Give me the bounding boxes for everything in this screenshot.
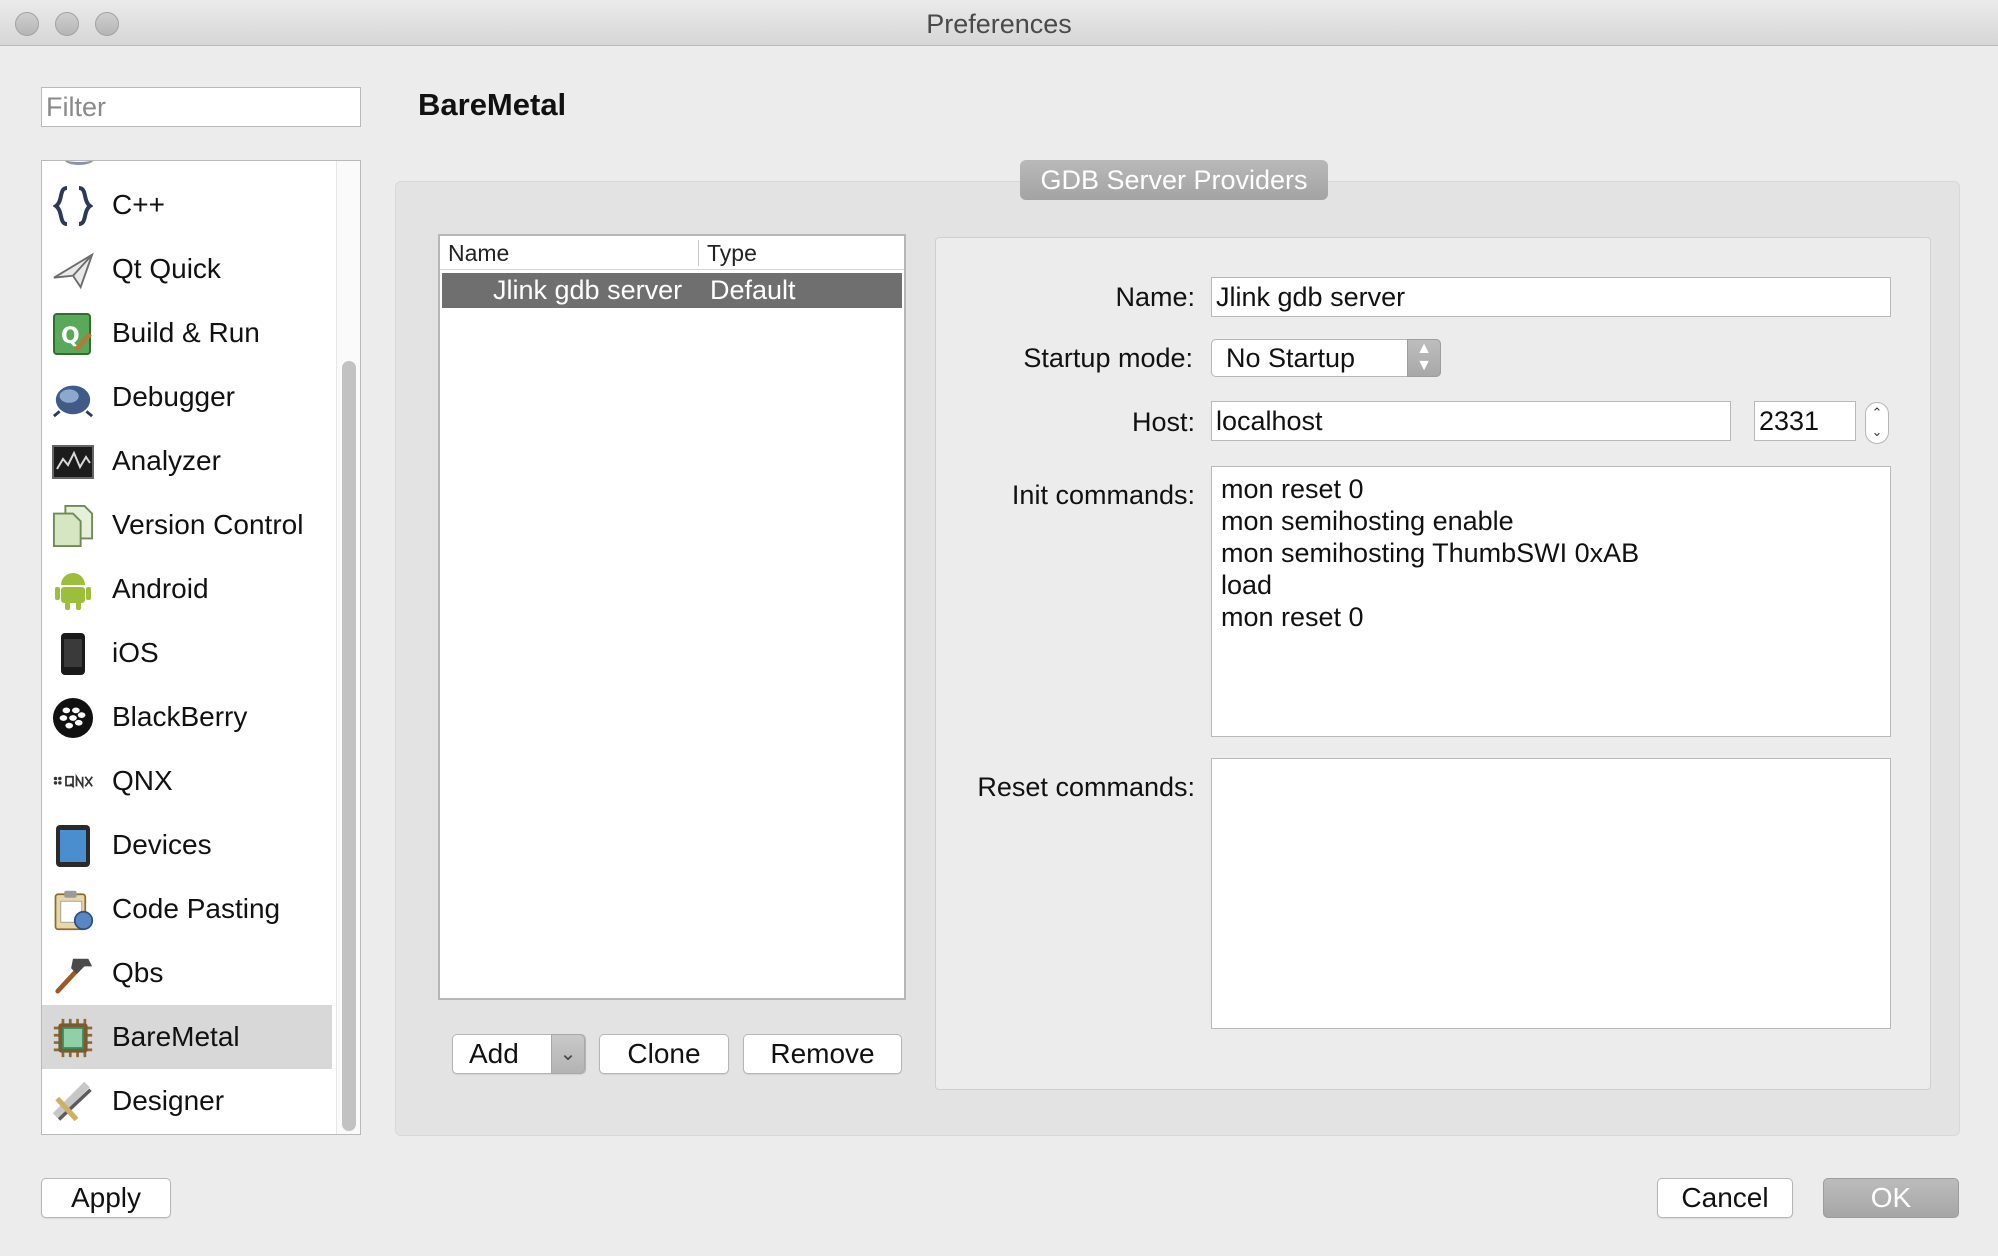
ok-button[interactable]: OK [1823, 1178, 1959, 1218]
tablet-icon [52, 825, 94, 867]
up-down-chevron-icon: ⌃ ⌄ [1871, 405, 1883, 439]
host-label: Host: [1131, 407, 1195, 437]
up-down-arrows-icon: ▲ ▼ [1416, 340, 1432, 374]
sidebar-item-designer[interactable]: Designer [42, 1069, 332, 1133]
table-header [440, 236, 904, 270]
sidebar-item-label: Android [112, 573, 209, 604]
bug-icon [52, 377, 94, 419]
sidebar-item-label: Qt Quick [112, 253, 221, 284]
sidebar-item-label: Code Pasting [112, 893, 281, 924]
name-label: Name: [1115, 282, 1195, 312]
sidebar-item-build-run[interactable]: Q Build & Run [42, 301, 332, 365]
port-field[interactable]: 2331 [1754, 401, 1856, 441]
port-spinbox-arrows[interactable]: ⌃ ⌄ [1865, 402, 1889, 444]
category-sidebar: C++ Qt Quick Q Build & Run Debugger Anal… [41, 160, 361, 1135]
partial-icon [64, 161, 94, 165]
init-commands-label: Init commands: [1011, 480, 1195, 510]
blackberry-icon [52, 697, 94, 739]
sidebar-item-android[interactable]: Android [42, 557, 332, 621]
sidebar-item-qt-quick[interactable]: Qt Quick [42, 237, 332, 301]
name-field[interactable]: Jlink gdb server [1211, 277, 1891, 317]
sidebar-item-label: QNX [112, 765, 173, 796]
android-icon [52, 569, 94, 611]
window-title: Preferences [926, 9, 1072, 39]
sidebar-item-label: Analyzer [112, 445, 221, 476]
sidebar-item-debugger[interactable]: Debugger [42, 365, 332, 429]
designer-icon [52, 1081, 94, 1123]
sidebar-item-blackberry[interactable]: BlackBerry [42, 685, 332, 749]
sidebar-item-qbs[interactable]: Qbs [42, 941, 332, 1005]
clone-button[interactable]: Clone [599, 1034, 729, 1074]
documents-icon [52, 505, 94, 547]
sidebar-item-code-pasting[interactable]: Code Pasting [42, 877, 332, 941]
cancel-button[interactable]: Cancel [1657, 1178, 1793, 1218]
filter-input[interactable] [41, 87, 361, 127]
title-bar: Preferences [0, 0, 1998, 46]
sidebar-item-qnx[interactable]: QNX [42, 749, 332, 813]
reset-commands-label: Reset commands: [977, 772, 1195, 802]
chip-icon [52, 1017, 94, 1059]
sidebar-item-label: Version Control [112, 509, 304, 540]
clipboard-icon [52, 889, 94, 931]
sidebar-item-label: Designer [112, 1085, 225, 1116]
sidebar-item-label: Debugger [112, 381, 235, 412]
sidebar-item-label: Build & Run [112, 317, 260, 348]
sidebar-item-label: iOS [112, 637, 159, 668]
add-button-label: Add [469, 1038, 519, 1069]
analyzer-icon [52, 441, 94, 483]
iphone-icon [52, 633, 94, 675]
sidebar-item-label: Devices [112, 829, 212, 860]
qnx-icon [52, 761, 94, 803]
sidebar-scrollbar-thumb[interactable] [342, 361, 356, 1131]
page-title: BareMetal [418, 87, 567, 122]
column-header-name[interactable]: Name [440, 236, 509, 270]
paper-plane-icon [52, 249, 94, 291]
reset-commands-textarea[interactable] [1211, 758, 1891, 1029]
braces-icon [52, 185, 94, 227]
add-dropdown-arrow[interactable]: ⌄ [551, 1034, 585, 1074]
providers-table: Name Type Jlink gdb server Default [438, 234, 906, 1000]
chevron-down-icon: ⌄ [559, 1043, 577, 1065]
sidebar-item-analyzer[interactable]: Analyzer [42, 429, 332, 493]
remove-button[interactable]: Remove [743, 1034, 902, 1074]
sidebar-item-label: BlackBerry [112, 701, 248, 732]
sidebar-item-ios[interactable]: iOS [42, 621, 332, 685]
sidebar-item-devices[interactable]: Devices [42, 813, 332, 877]
host-field[interactable]: localhost [1211, 401, 1731, 441]
column-header-type[interactable]: Type [699, 236, 757, 270]
startup-mode-stepper[interactable]: ▲ ▼ [1407, 339, 1441, 377]
build-run-icon: Q [52, 313, 94, 355]
group-title-tab: GDB Server Providers [1020, 160, 1328, 200]
startup-mode-label: Startup mode: [1023, 343, 1193, 373]
sidebar-item-version-control[interactable]: Version Control [42, 493, 332, 557]
sidebar-item-baremetal[interactable]: BareMetal [42, 1005, 332, 1069]
sidebar-item-label: BareMetal [112, 1021, 240, 1052]
sidebar-item-label: C++ [112, 189, 165, 220]
apply-button[interactable]: Apply [41, 1178, 171, 1218]
provider-type-cell[interactable]: Default [710, 273, 796, 308]
init-commands-textarea[interactable]: mon reset 0 mon semihosting enable mon s… [1211, 466, 1891, 737]
sidebar-item-label: Qbs [112, 957, 164, 988]
provider-name-cell[interactable]: Jlink gdb server [493, 273, 682, 308]
hammer-icon [52, 953, 94, 995]
sidebar-item-cpp[interactable]: C++ [42, 173, 332, 237]
